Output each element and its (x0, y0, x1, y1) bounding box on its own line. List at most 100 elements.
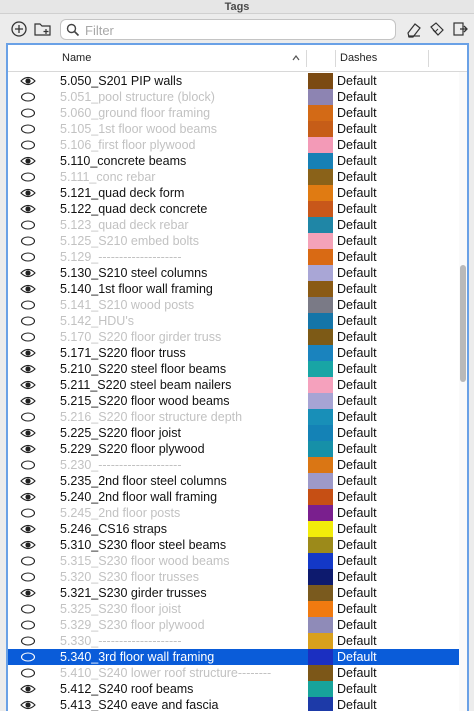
color-swatch[interactable] (308, 665, 333, 681)
table-row[interactable]: 5.310_S230 floor steel beams Default (8, 537, 459, 553)
color-swatch[interactable] (308, 89, 333, 105)
new-folder-icon[interactable] (33, 20, 53, 38)
dashes-value[interactable]: Default (337, 169, 377, 185)
dashes-value[interactable]: Default (337, 569, 377, 585)
color-swatch[interactable] (308, 169, 333, 185)
color-swatch[interactable] (308, 393, 333, 409)
column-header-dashes[interactable]: Dashes (340, 45, 377, 72)
eye-visible-icon[interactable] (20, 587, 36, 599)
table-row[interactable]: 5.171_S220 floor truss Default (8, 345, 459, 361)
table-row[interactable]: 5.245_2nd floor posts Default (8, 505, 459, 521)
color-swatch[interactable] (308, 185, 333, 201)
dashes-value[interactable]: Default (337, 105, 377, 121)
eye-visible-icon[interactable] (20, 267, 36, 279)
dashes-value[interactable]: Default (337, 697, 377, 711)
table-row[interactable]: 5.315_S230 floor wood beams Default (8, 553, 459, 569)
color-swatch[interactable] (308, 105, 333, 121)
table-row[interactable]: 5.106_first floor plywood Default (8, 137, 459, 153)
eye-hidden-icon[interactable] (20, 507, 36, 519)
table-row[interactable]: 5.330_-------------------- Default (8, 633, 459, 649)
dashes-value[interactable]: Default (337, 457, 377, 473)
table-row[interactable]: 5.050_S201 PIP walls Default (8, 73, 459, 89)
table-row[interactable]: 5.235_2nd floor steel columns Default (8, 473, 459, 489)
table-row[interactable]: 5.412_S240 roof beams Default (8, 681, 459, 697)
dashes-value[interactable]: Default (337, 553, 377, 569)
eye-visible-icon[interactable] (20, 491, 36, 503)
table-row[interactable]: 5.140_1st floor wall framing Default (8, 281, 459, 297)
export-icon[interactable] (451, 20, 469, 38)
eye-visible-icon[interactable] (20, 187, 36, 199)
table-row[interactable]: 5.229_S220 floor plywood Default (8, 441, 459, 457)
dashes-value[interactable]: Default (337, 201, 377, 217)
dashes-value[interactable]: Default (337, 185, 377, 201)
eraser-icon[interactable] (405, 20, 423, 38)
color-swatch[interactable] (308, 553, 333, 569)
table-row[interactable]: 5.210_S220 steel floor beams Default (8, 361, 459, 377)
dashes-value[interactable]: Default (337, 249, 377, 265)
dashes-value[interactable]: Default (337, 617, 377, 633)
table-row[interactable]: 5.142_HDU's Default (8, 313, 459, 329)
eye-hidden-icon[interactable] (20, 571, 36, 583)
color-swatch[interactable] (308, 377, 333, 393)
dashes-value[interactable]: Default (337, 633, 377, 649)
eye-hidden-icon[interactable] (20, 459, 36, 471)
dashes-value[interactable]: Default (337, 377, 377, 393)
table-row[interactable]: 5.130_S210 steel columns Default (8, 265, 459, 281)
table-row[interactable]: 5.123_quad deck rebar Default (8, 217, 459, 233)
eye-visible-icon[interactable] (20, 523, 36, 535)
color-swatch[interactable] (308, 537, 333, 553)
color-swatch[interactable] (308, 569, 333, 585)
dashes-value[interactable]: Default (337, 137, 377, 153)
color-swatch[interactable] (308, 457, 333, 473)
scrollbar-thumb[interactable] (460, 265, 466, 382)
color-swatch[interactable] (308, 601, 333, 617)
table-row[interactable]: 5.215_S220 floor wood beams Default (8, 393, 459, 409)
table-row[interactable]: 5.129_-------------------- Default (8, 249, 459, 265)
color-swatch[interactable] (308, 345, 333, 361)
eye-hidden-icon[interactable] (20, 235, 36, 247)
eye-hidden-icon[interactable] (20, 91, 36, 103)
eye-visible-icon[interactable] (20, 699, 36, 711)
color-swatch[interactable] (308, 297, 333, 313)
color-swatch[interactable] (308, 73, 333, 89)
table-row[interactable]: 5.340_3rd floor wall framing Default (8, 649, 459, 665)
table-row[interactable]: 5.329_S230 floor plywood Default (8, 617, 459, 633)
eye-visible-icon[interactable] (20, 539, 36, 551)
dashes-value[interactable]: Default (337, 489, 377, 505)
dashes-value[interactable]: Default (337, 345, 377, 361)
eye-hidden-icon[interactable] (20, 171, 36, 183)
table-row[interactable]: 5.060_ground floor framing Default (8, 105, 459, 121)
dashes-value[interactable]: Default (337, 473, 377, 489)
dashes-value[interactable]: Default (337, 73, 377, 89)
color-swatch[interactable] (308, 281, 333, 297)
eye-hidden-icon[interactable] (20, 315, 36, 327)
dashes-value[interactable]: Default (337, 217, 377, 233)
color-swatch[interactable] (308, 489, 333, 505)
color-swatch[interactable] (308, 585, 333, 601)
table-row[interactable]: 5.320_S230 floor trusses Default (8, 569, 459, 585)
eye-hidden-icon[interactable] (20, 139, 36, 151)
color-swatch[interactable] (308, 441, 333, 457)
dashes-value[interactable]: Default (337, 665, 377, 681)
color-swatch[interactable] (308, 521, 333, 537)
dashes-value[interactable]: Default (337, 409, 377, 425)
table-row[interactable]: 5.111_conc rebar Default (8, 169, 459, 185)
color-swatch[interactable] (308, 153, 333, 169)
table-row[interactable]: 5.321_S230 girder trusses Default (8, 585, 459, 601)
dashes-value[interactable]: Default (337, 313, 377, 329)
dashes-value[interactable]: Default (337, 425, 377, 441)
dashes-value[interactable]: Default (337, 297, 377, 313)
dashes-value[interactable]: Default (337, 121, 377, 137)
table-row[interactable]: 5.122_quad deck concrete Default (8, 201, 459, 217)
table-row[interactable]: 5.121_quad deck form Default (8, 185, 459, 201)
color-swatch[interactable] (308, 633, 333, 649)
dashes-value[interactable]: Default (337, 265, 377, 281)
column-divider[interactable] (335, 50, 336, 67)
eye-hidden-icon[interactable] (20, 603, 36, 615)
table-row[interactable]: 5.225_S220 floor joist Default (8, 425, 459, 441)
dashes-value[interactable]: Default (337, 393, 377, 409)
eye-hidden-icon[interactable] (20, 251, 36, 263)
table-row[interactable]: 5.141_S210 wood posts Default (8, 297, 459, 313)
table-row[interactable]: 5.125_S210 embed bolts Default (8, 233, 459, 249)
color-swatch[interactable] (308, 425, 333, 441)
